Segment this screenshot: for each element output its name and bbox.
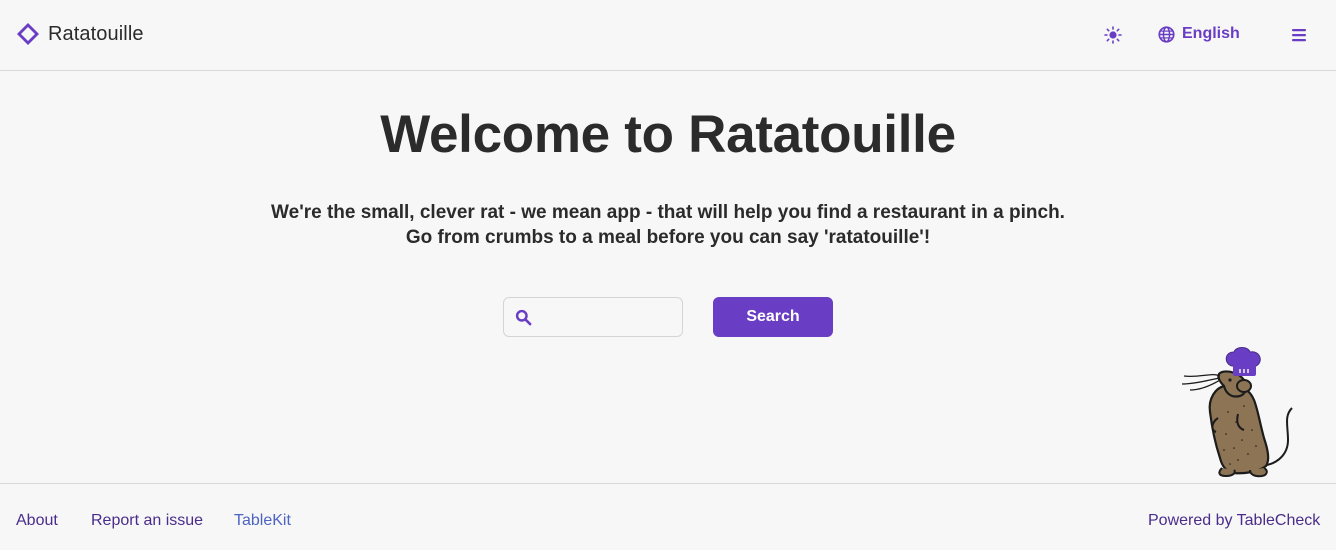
globe-icon (1158, 25, 1175, 43)
language-selector[interactable]: English (1158, 25, 1240, 43)
search-field[interactable] (503, 297, 683, 337)
search-input[interactable] (540, 298, 680, 336)
footer: About Report an issue TableKit Powered b… (0, 483, 1336, 550)
top-bar: Ratatouille English (0, 0, 1336, 71)
hamburger-menu-button[interactable] (1290, 26, 1308, 44)
sun-icon (1104, 26, 1122, 44)
powered-by-link[interactable]: Powered by TableCheck (1148, 512, 1320, 530)
tagline-line-2: Go from crumbs to a meal before you can … (405, 227, 931, 248)
ratatouille-logo-icon (17, 23, 39, 45)
app-name: Ratatouille (48, 22, 144, 45)
brand-home-link[interactable]: Ratatouille (16, 22, 144, 46)
theme-toggle-button[interactable] (1103, 25, 1123, 45)
report-issue-link[interactable]: Report an issue (91, 512, 203, 530)
tagline: We're the small, clever rat - we mean ap… (0, 200, 1336, 250)
page-title: Welcome to Ratatouille (380, 105, 956, 164)
about-link[interactable]: About (16, 512, 58, 530)
chef-rat-mascot-illustration (1181, 347, 1293, 478)
tagline-line-1: We're the small, clever rat - we mean ap… (271, 202, 1065, 223)
hamburger-menu-icon (1292, 29, 1306, 42)
tablekit-link[interactable]: TableKit (234, 512, 291, 530)
app-root: Ratatouille English Welcome to Ratatouil… (0, 0, 1336, 550)
language-label: English (1182, 25, 1240, 42)
search-icon (515, 309, 532, 326)
search-button[interactable]: Search (713, 297, 833, 337)
